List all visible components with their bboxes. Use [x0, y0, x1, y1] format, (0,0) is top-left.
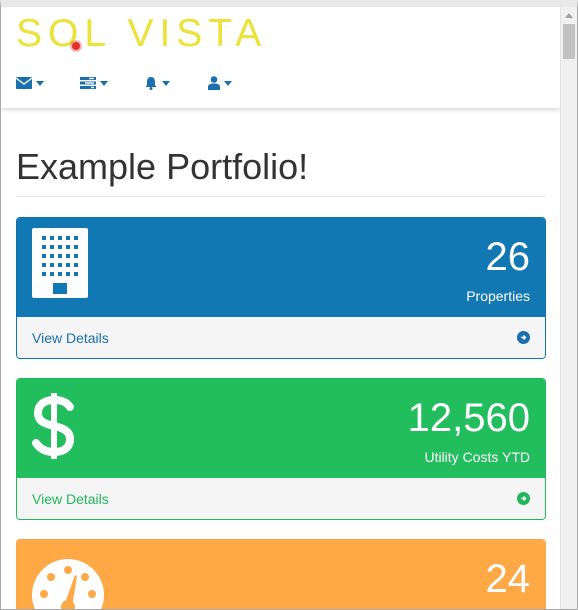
panel-label: Utility Costs YTD [424, 449, 530, 465]
scroll-up-arrow-icon[interactable] [561, 7, 577, 24]
view-details-label: View Details [32, 329, 109, 346]
panel-heading: 24 [17, 540, 545, 609]
bell-icon [145, 77, 157, 90]
tasks-dropdown[interactable] [80, 73, 144, 93]
dashboard-gauge-icon [32, 559, 104, 609]
arrow-circle-right-icon [517, 492, 530, 505]
user-dropdown[interactable] [208, 73, 272, 93]
envelope-icon [16, 77, 32, 89]
panel-label: Properties [466, 288, 530, 304]
vertical-scrollbar[interactable] [560, 7, 577, 609]
view-details-link[interactable]: View Details [17, 478, 545, 519]
scroll-thumb[interactable] [563, 24, 575, 59]
panel-heading: 12,560 Utility Costs YTD [17, 379, 545, 478]
properties-panel: 26 Properties View Details [16, 217, 546, 359]
logo-sun-dot [72, 42, 81, 50]
top-navbar: SO L VISTA [1, 7, 560, 108]
panel-heading: 26 Properties [17, 218, 545, 317]
utility-costs-panel: 12,560 Utility Costs YTD View Details [16, 378, 546, 520]
user-icon [208, 76, 220, 90]
building-icon [32, 228, 88, 298]
page-viewport: SO L VISTA Example Portfolio! 26 Propert… [1, 7, 560, 609]
arrow-circle-right-icon [517, 331, 530, 344]
chevron-down-icon [100, 80, 108, 86]
chevron-down-icon [162, 80, 170, 86]
panel-value: 24 [485, 557, 531, 601]
chevron-down-icon [224, 80, 232, 86]
dollar-icon [32, 393, 75, 459]
panel-value: 26 [485, 235, 531, 279]
panel-value: 12,560 [407, 396, 530, 440]
page-header: Example Portfolio! [16, 147, 545, 197]
view-details-link[interactable]: View Details [17, 317, 545, 358]
chevron-down-icon [36, 80, 44, 86]
tasks-icon [80, 77, 96, 89]
alerts-dropdown[interactable] [144, 73, 208, 93]
view-details-label: View Details [32, 490, 109, 507]
brand-logo[interactable]: SO L VISTA [16, 12, 267, 56]
nav-icon-bar [16, 73, 272, 93]
page-title: Example Portfolio! [16, 146, 309, 187]
dashboard-panel: 24 [16, 539, 546, 609]
messages-dropdown[interactable] [16, 73, 80, 93]
browser-frame: SO L VISTA Example Portfolio! 26 Propert… [0, 0, 578, 610]
